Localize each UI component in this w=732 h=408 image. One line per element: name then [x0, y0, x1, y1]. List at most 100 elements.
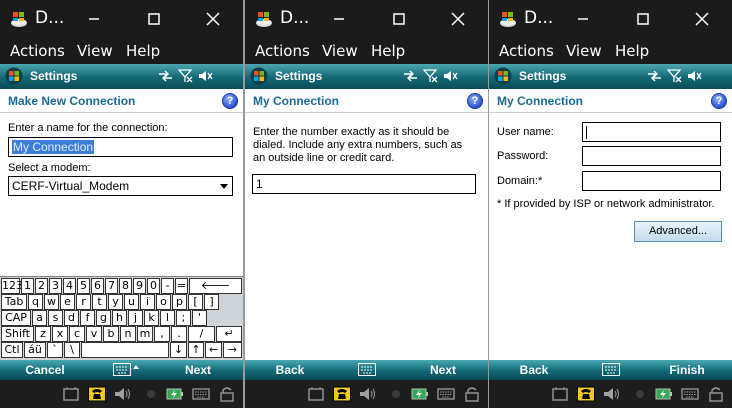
key-0[interactable]: 0 — [147, 278, 160, 294]
key-backspace[interactable]: 🡐 — [189, 278, 242, 294]
keyboard-tray-icon[interactable] — [437, 386, 455, 402]
key-x[interactable]: x — [52, 326, 68, 342]
key-d[interactable]: d — [64, 310, 79, 326]
modem-select[interactable]: CERF-Virtual_Modem — [8, 176, 233, 196]
key-arrow-down[interactable]: ↓ — [170, 342, 187, 358]
password-input[interactable] — [582, 146, 721, 166]
key-backtick[interactable]: ` — [47, 342, 63, 358]
help-icon[interactable]: ? — [222, 93, 238, 109]
key-v[interactable]: v — [86, 326, 102, 342]
battery-icon[interactable] — [411, 386, 429, 402]
menu-actions[interactable]: Actions — [255, 42, 310, 60]
back-softkey[interactable]: Back — [489, 363, 579, 377]
close-icon[interactable] — [448, 9, 468, 29]
keyboard-icon[interactable] — [602, 363, 620, 376]
key-p[interactable]: p — [172, 294, 187, 310]
key-l[interactable]: l — [160, 310, 175, 326]
key-w[interactable]: w — [44, 294, 59, 310]
menu-actions[interactable]: Actions — [10, 42, 65, 60]
key-b[interactable]: b — [103, 326, 119, 342]
next-softkey[interactable]: Next — [398, 363, 488, 377]
key-q[interactable]: q — [28, 294, 43, 310]
key-e[interactable]: e — [60, 294, 75, 310]
signal-off-icon[interactable] — [178, 69, 193, 83]
minimize-icon[interactable] — [329, 9, 349, 29]
menu-view[interactable]: View — [77, 42, 113, 60]
chevron-up-icon[interactable] — [133, 365, 139, 369]
maximize-icon[interactable] — [144, 9, 164, 29]
key-g[interactable]: g — [96, 310, 111, 326]
key-j[interactable]: j — [128, 310, 143, 326]
key-quote[interactable]: ' — [192, 310, 207, 326]
key-7[interactable]: 7 — [105, 278, 118, 294]
key-u[interactable]: u — [124, 294, 139, 310]
keyboard-tray-icon[interactable] — [192, 386, 210, 402]
menu-view[interactable]: View — [322, 42, 358, 60]
key-3[interactable]: 3 — [49, 278, 62, 294]
minimize-icon[interactable] — [84, 9, 104, 29]
phone-icon[interactable] — [577, 386, 595, 402]
device-icon[interactable] — [551, 386, 569, 402]
start-windows-icon[interactable] — [5, 67, 23, 85]
key-123[interactable]: 123 — [1, 278, 23, 294]
key-comma[interactable]: , — [154, 326, 170, 342]
cancel-softkey[interactable]: Cancel — [0, 363, 90, 377]
key-y[interactable]: y — [108, 294, 123, 310]
connectivity-icon[interactable] — [158, 69, 173, 83]
key-i[interactable]: i — [140, 294, 155, 310]
connectivity-icon[interactable] — [647, 69, 662, 83]
device-icon[interactable] — [307, 386, 325, 402]
speaker-mute-icon[interactable] — [687, 69, 702, 83]
battery-icon[interactable] — [166, 386, 184, 402]
key-m[interactable]: m — [137, 326, 153, 342]
key-shift[interactable]: Shift — [1, 326, 34, 342]
key-f[interactable]: f — [80, 310, 95, 326]
volume-icon[interactable] — [358, 386, 376, 402]
next-softkey[interactable]: Next — [153, 363, 243, 377]
lock-icon[interactable] — [218, 386, 236, 402]
key-semicolon[interactable]: ; — [176, 310, 191, 326]
help-icon[interactable]: ? — [467, 93, 483, 109]
key-9[interactable]: 9 — [133, 278, 146, 294]
key-backslash[interactable]: \ — [64, 342, 80, 358]
key-equals[interactable]: = — [175, 278, 188, 294]
key-right-bracket[interactable]: ] — [204, 294, 219, 310]
key-arrow-left[interactable]: ← — [205, 342, 222, 358]
keyboard-tray-icon[interactable] — [681, 386, 699, 402]
minimize-icon[interactable] — [573, 9, 593, 29]
key-period[interactable]: . — [171, 326, 187, 342]
speaker-mute-icon[interactable] — [198, 69, 213, 83]
close-icon[interactable] — [692, 9, 712, 29]
key-arrow-up[interactable]: ↑ — [188, 342, 204, 358]
menu-help[interactable]: Help — [371, 42, 405, 60]
key-n[interactable]: n — [120, 326, 136, 342]
key-enter[interactable]: ↵ — [216, 326, 242, 342]
volume-icon[interactable] — [113, 386, 131, 402]
key-tab[interactable]: Tab — [1, 294, 27, 310]
key-slash[interactable]: / — [188, 326, 215, 342]
phone-number-input[interactable]: 1 — [252, 174, 476, 194]
key-k[interactable]: k — [144, 310, 159, 326]
key-r[interactable]: r — [76, 294, 91, 310]
start-windows-icon[interactable] — [494, 67, 512, 85]
key-o[interactable]: o — [156, 294, 171, 310]
keyboard-icon[interactable] — [113, 363, 131, 376]
key-2[interactable]: 2 — [35, 278, 48, 294]
finish-softkey[interactable]: Finish — [642, 363, 732, 377]
key-8[interactable]: 8 — [119, 278, 132, 294]
menu-actions[interactable]: Actions — [499, 42, 554, 60]
keyboard-icon[interactable] — [358, 363, 376, 376]
back-softkey[interactable]: Back — [245, 363, 335, 377]
menu-help[interactable]: Help — [126, 42, 160, 60]
key-c[interactable]: c — [69, 326, 85, 342]
key-1[interactable]: 1 — [21, 278, 34, 294]
menu-help[interactable]: Help — [615, 42, 649, 60]
help-icon[interactable]: ? — [711, 93, 727, 109]
key-space[interactable] — [81, 342, 169, 358]
connectivity-icon[interactable] — [403, 69, 418, 83]
key-a[interactable]: a — [32, 310, 47, 326]
key-h[interactable]: h — [112, 310, 127, 326]
maximize-icon[interactable] — [389, 9, 409, 29]
key-caps[interactable]: CAP — [1, 310, 31, 326]
key-t[interactable]: t — [92, 294, 107, 310]
